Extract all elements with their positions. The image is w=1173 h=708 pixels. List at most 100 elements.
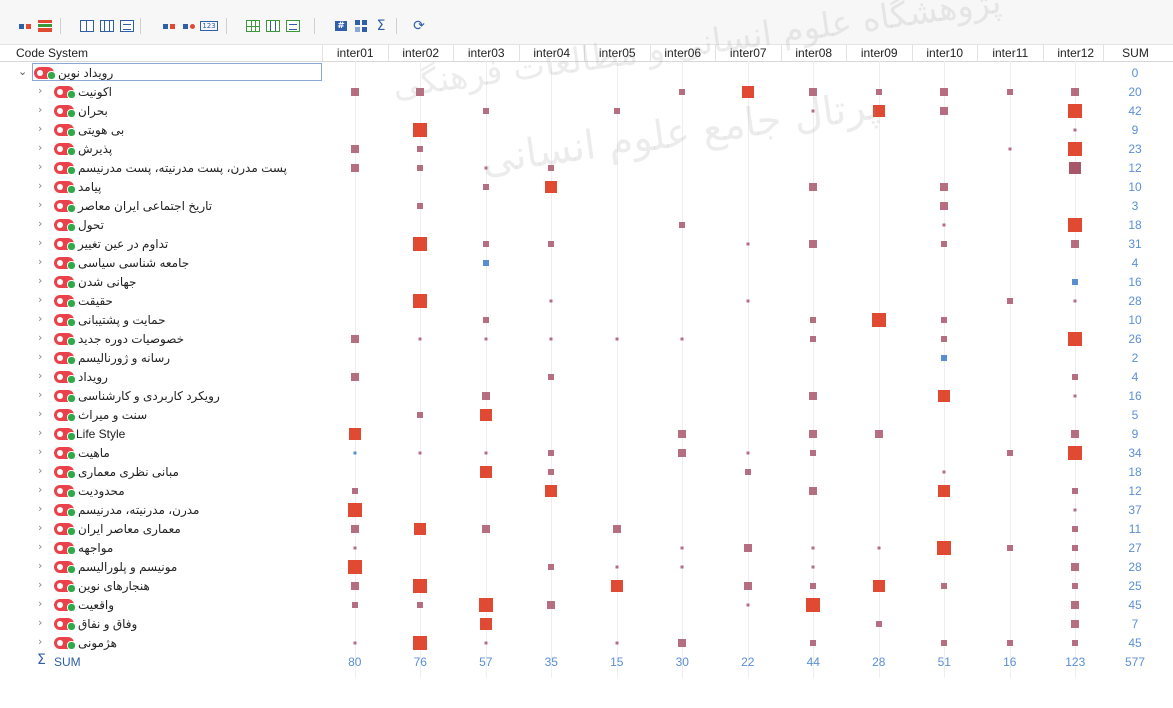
matrix-cell[interactable] — [519, 82, 585, 101]
matrix-cell[interactable] — [650, 538, 716, 557]
matrix-cell[interactable] — [453, 500, 519, 519]
matrix-cell[interactable] — [519, 101, 585, 120]
matrix-cell[interactable] — [1043, 234, 1109, 253]
matrix-cell[interactable] — [912, 424, 978, 443]
matrix-cell[interactable] — [781, 139, 847, 158]
matrix-cell[interactable] — [519, 500, 585, 519]
matrix-cell[interactable] — [519, 291, 585, 310]
code-row[interactable]: › پذیرش 23 — [0, 139, 1173, 158]
matrix-cell[interactable] — [715, 538, 781, 557]
hash-button[interactable]: # — [332, 18, 350, 34]
matrix-cell[interactable] — [322, 405, 388, 424]
matrix-cell[interactable] — [912, 272, 978, 291]
matrix-cell[interactable] — [519, 272, 585, 291]
matrix-cell[interactable] — [715, 82, 781, 101]
matrix-cell[interactable] — [519, 253, 585, 272]
matrix-cell[interactable] — [781, 386, 847, 405]
matrix-cell[interactable] — [388, 633, 454, 652]
matrix-cell[interactable] — [388, 310, 454, 329]
matrix-cell[interactable] — [781, 462, 847, 481]
refresh-button[interactable]: ⟳ — [410, 18, 428, 34]
matrix-cell[interactable] — [650, 101, 716, 120]
matrix-cell[interactable] — [1043, 576, 1109, 595]
matrix-cell[interactable] — [453, 101, 519, 120]
layout-single-button[interactable] — [78, 18, 96, 34]
matrix-cell[interactable] — [453, 291, 519, 310]
symbol-squares-button[interactable] — [160, 18, 178, 34]
column-header-inter07[interactable]: inter07 — [715, 45, 781, 61]
matrix-cell[interactable] — [322, 139, 388, 158]
column-header-inter06[interactable]: inter06 — [649, 45, 716, 61]
matrix-cell[interactable] — [912, 196, 978, 215]
matrix-cell[interactable] — [715, 595, 781, 614]
matrix-cell[interactable] — [584, 538, 650, 557]
column-header-inter04[interactable]: inter04 — [518, 45, 585, 61]
column-header-inter01[interactable]: inter01 — [322, 45, 388, 61]
matrix-cell[interactable] — [650, 424, 716, 443]
code-row[interactable]: › واقعیت 45 — [0, 595, 1173, 614]
matrix-cell[interactable] — [388, 272, 454, 291]
matrix-cell[interactable] — [650, 120, 716, 139]
matrix-cell[interactable] — [388, 386, 454, 405]
matrix-cell[interactable] — [846, 158, 912, 177]
expand-chevron-icon[interactable]: › — [38, 521, 42, 534]
matrix-cell[interactable] — [1043, 310, 1109, 329]
symbol-tree-button[interactable] — [180, 18, 198, 34]
code-row[interactable]: › هنجارهای نوین 25 — [0, 576, 1173, 595]
expand-chevron-icon[interactable]: › — [38, 388, 42, 401]
matrix-cell[interactable] — [650, 253, 716, 272]
matrix-cell[interactable] — [912, 576, 978, 595]
matrix-cell[interactable] — [322, 101, 388, 120]
matrix-cell[interactable] — [977, 633, 1043, 652]
matrix-cell[interactable] — [388, 538, 454, 557]
matrix-cell[interactable] — [322, 462, 388, 481]
matrix-cell[interactable] — [715, 614, 781, 633]
matrix-cell[interactable] — [715, 234, 781, 253]
code-row[interactable]: › معماری معاصر ایران 11 — [0, 519, 1173, 538]
matrix-cell[interactable] — [1043, 633, 1109, 652]
matrix-cell[interactable] — [715, 462, 781, 481]
matrix-cell[interactable] — [846, 291, 912, 310]
matrix-cell[interactable] — [781, 614, 847, 633]
matrix-cell[interactable] — [977, 272, 1043, 291]
matrix-cell[interactable] — [846, 348, 912, 367]
expand-chevron-icon[interactable]: › — [38, 540, 42, 553]
matrix-cell[interactable] — [388, 291, 454, 310]
matrix-cell[interactable] — [388, 82, 454, 101]
matrix-cell[interactable] — [912, 215, 978, 234]
matrix-cell[interactable] — [977, 120, 1043, 139]
matrix-cell[interactable] — [781, 557, 847, 576]
matrix-cell[interactable] — [584, 82, 650, 101]
matrix-cell[interactable] — [977, 348, 1043, 367]
expand-chevron-icon[interactable]: › — [38, 597, 42, 610]
matrix-cell[interactable] — [453, 576, 519, 595]
matrix-cell[interactable] — [322, 234, 388, 253]
expand-chevron-icon[interactable]: › — [38, 255, 42, 268]
code-row[interactable]: › حمایت و پشتیبانی 10 — [0, 310, 1173, 329]
matrix-cell[interactable] — [846, 272, 912, 291]
matrix-cell[interactable] — [846, 310, 912, 329]
matrix-cell[interactable] — [388, 481, 454, 500]
matrix-cell[interactable] — [584, 595, 650, 614]
matrix-cell[interactable] — [453, 158, 519, 177]
matrix-cell[interactable] — [453, 519, 519, 538]
matrix-cell[interactable] — [846, 120, 912, 139]
matrix-cell[interactable] — [846, 196, 912, 215]
code-row[interactable]: › وفاق و نفاق 7 — [0, 614, 1173, 633]
expand-chevron-icon[interactable]: › — [38, 616, 42, 629]
expand-chevron-icon[interactable]: › — [38, 141, 42, 154]
matrix-cell[interactable] — [715, 633, 781, 652]
matrix-cell[interactable] — [977, 367, 1043, 386]
matrix-cell[interactable] — [650, 614, 716, 633]
matrix-cell[interactable] — [322, 614, 388, 633]
matrix-cell[interactable] — [781, 310, 847, 329]
matrix-cell[interactable] — [715, 386, 781, 405]
matrix-cell[interactable] — [1043, 595, 1109, 614]
matrix-cell[interactable] — [715, 253, 781, 272]
code-row[interactable]: › جامعه شناسی سیاسی 4 — [0, 253, 1173, 272]
matrix-cell[interactable] — [912, 538, 978, 557]
matrix-cell[interactable] — [322, 120, 388, 139]
matrix-cell[interactable] — [322, 367, 388, 386]
matrix-cell[interactable] — [519, 443, 585, 462]
matrix-cell[interactable] — [650, 367, 716, 386]
